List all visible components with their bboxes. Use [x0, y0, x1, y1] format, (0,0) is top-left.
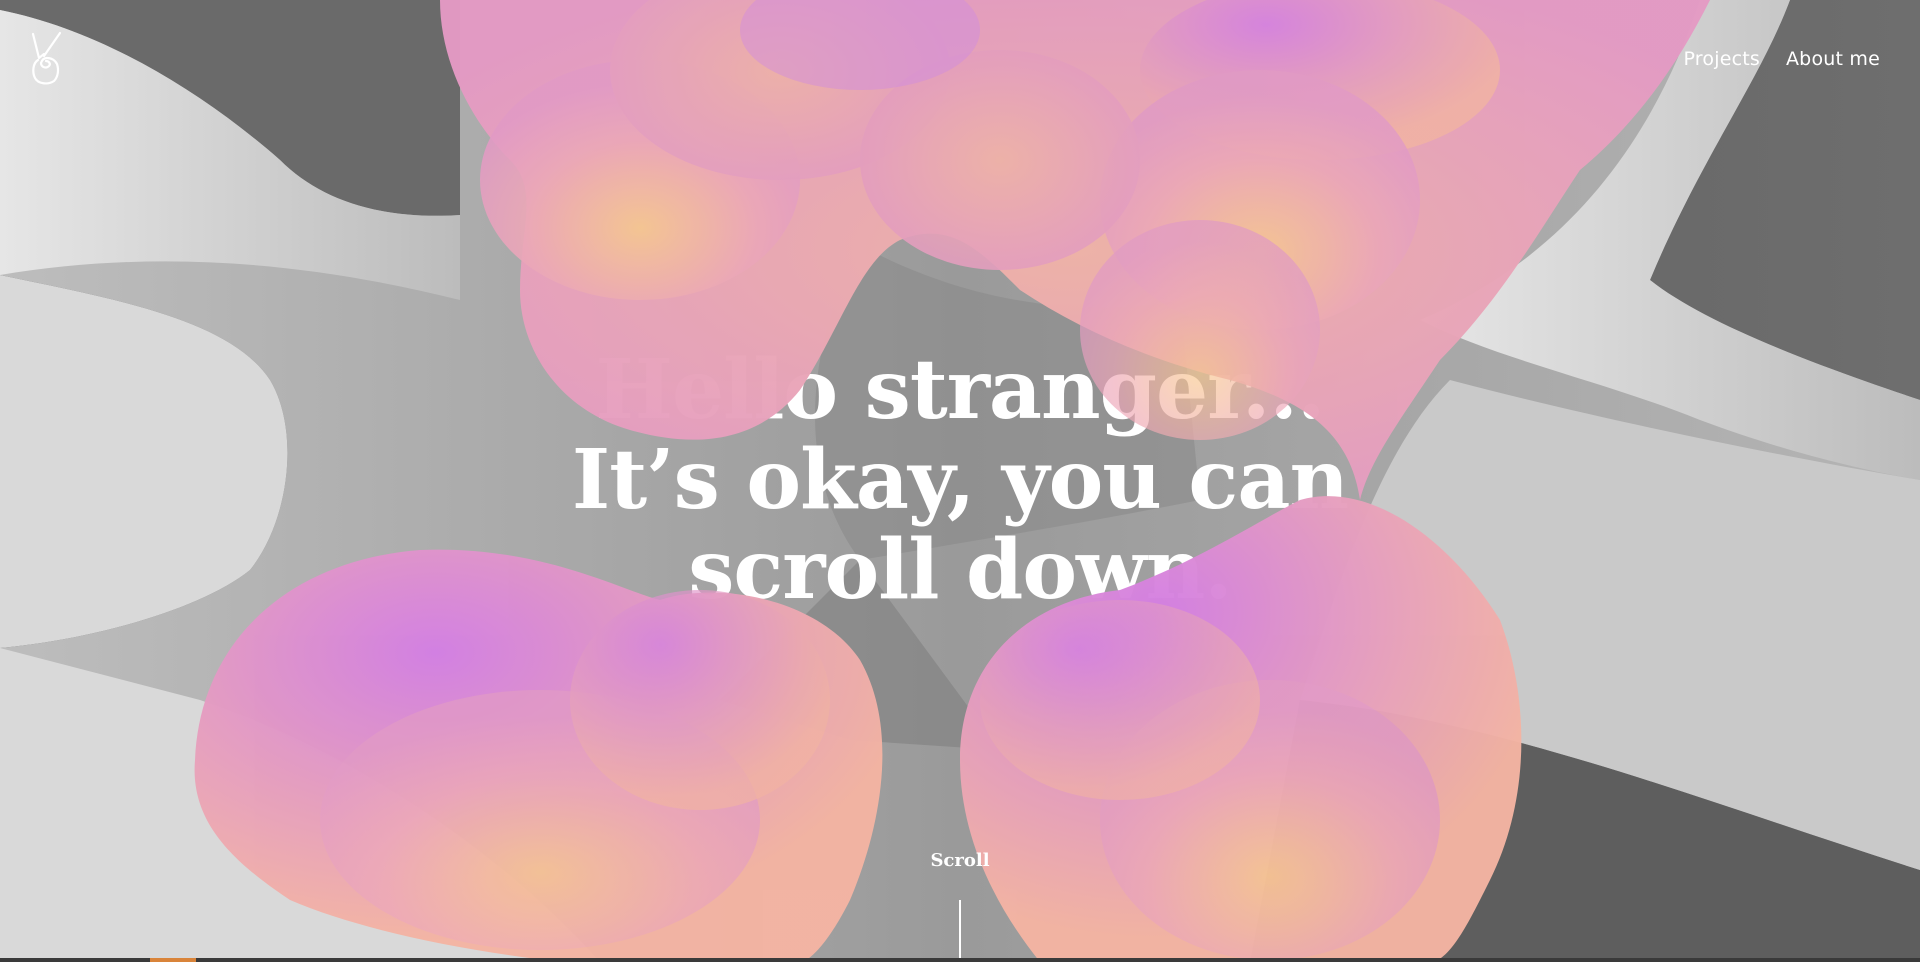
- scroll-indicator-label[interactable]: Scroll: [900, 850, 1020, 871]
- hero-line-3: scroll down.: [688, 522, 1233, 618]
- hero-line-1: Hello stranger...: [595, 342, 1325, 438]
- scroll-indicator-line: [959, 900, 961, 962]
- hero-line-2: It’s okay, you can: [571, 432, 1349, 528]
- nav-link-projects[interactable]: Projects: [1683, 48, 1760, 70]
- bottom-edge-bar: [0, 958, 1920, 962]
- nav-link-about-me[interactable]: About me: [1786, 48, 1880, 70]
- bottom-edge-accent: [150, 958, 196, 962]
- hero-heading: Hello stranger... It’s okay, you can scr…: [0, 345, 1920, 615]
- site-header: Projects About me: [0, 0, 1920, 120]
- peace-hand-logo-icon[interactable]: [30, 30, 64, 86]
- main-nav: Projects About me: [1683, 48, 1880, 70]
